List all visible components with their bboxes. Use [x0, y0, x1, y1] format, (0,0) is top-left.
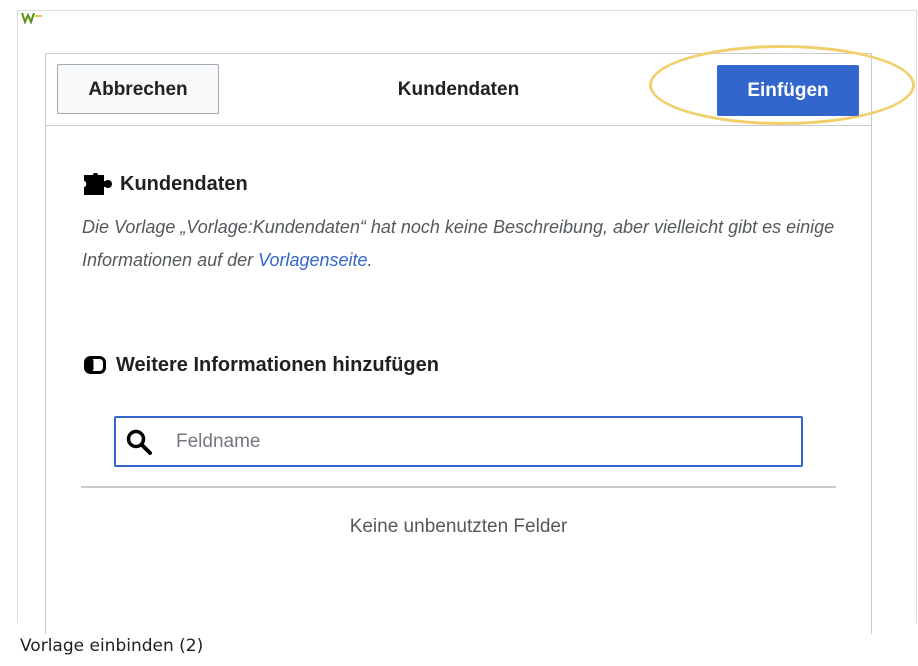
description-end: .: [367, 250, 373, 270]
template-heading: Kundendaten: [84, 169, 248, 199]
empty-fields-message: Keine unbenutzten Felder: [349, 516, 568, 537]
expand-image-icon[interactable]: [21, 12, 43, 24]
toggle-icon: [84, 356, 106, 374]
search-icon: [126, 429, 152, 455]
description-text: Die Vorlage „Vorlage:Kundendaten“ hat no…: [82, 217, 835, 270]
add-more-heading-label: Weitere Informationen hinzufügen: [116, 353, 439, 376]
section-divider: [81, 486, 836, 488]
insert-button[interactable]: Einfügen: [717, 65, 859, 116]
template-heading-label: Kundendaten: [120, 172, 248, 195]
field-search-input[interactable]: [176, 418, 776, 465]
template-dialog: Abbrechen Kundendaten Einfügen Kundendat…: [45, 45, 915, 634]
template-description: Die Vorlage „Vorlage:Kundendaten“ hat no…: [82, 211, 842, 277]
puzzle-icon: [84, 173, 112, 195]
dialog-header: Abbrechen Kundendaten Einfügen: [46, 45, 915, 126]
cancel-button[interactable]: Abbrechen: [57, 64, 219, 114]
add-more-heading: Weitere Informationen hinzufügen: [84, 350, 439, 380]
image-caption: Vorlage einbinden (2): [20, 636, 204, 656]
field-search-box[interactable]: [114, 416, 803, 467]
dialog-title: Kundendaten: [397, 79, 520, 100]
template-page-link[interactable]: Vorlagenseite: [258, 250, 367, 270]
